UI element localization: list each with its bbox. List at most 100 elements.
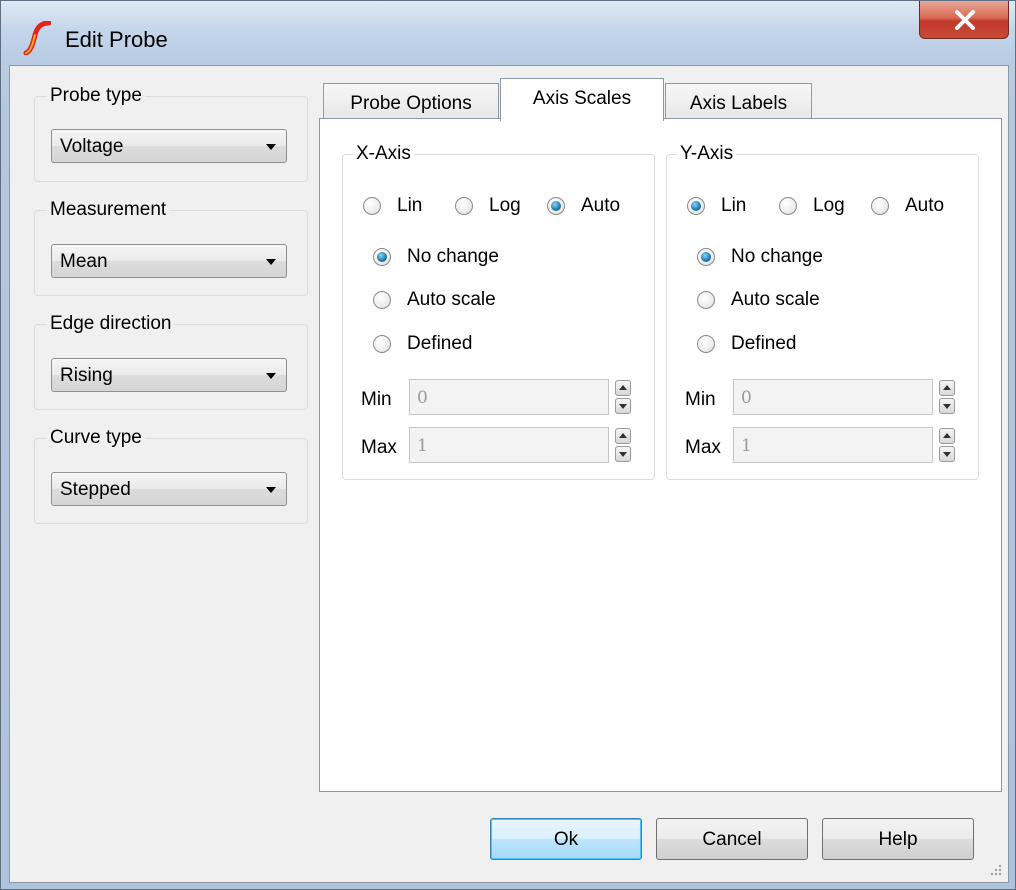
y-range-auto-scale-label: Auto scale [731,289,820,310]
tab-axis-labels[interactable]: Axis Labels [665,83,812,121]
y-scale-auto-label: Auto [905,195,945,216]
x-max-spinner [615,427,631,463]
x-axis-title: X-Axis [353,143,414,165]
measurement-dropdown[interactable]: Mean [51,244,287,278]
radio-selected-icon [373,248,391,266]
x-scale-auto-label: Auto [581,195,621,216]
y-scale-lin-label: Lin [721,195,747,216]
x-scale-auto-radio[interactable]: Auto [547,195,620,217]
chevron-down-icon [266,259,276,265]
curve-type-label: Curve type [47,427,145,449]
x-min-input[interactable]: 0 [409,379,609,415]
y-scale-lin-radio[interactable]: Lin [687,195,746,217]
x-range-defined-label: Defined [407,333,473,354]
x-max-label: Max [361,437,397,458]
cancel-button-label: Cancel [702,829,762,850]
window-title: Edit Probe [65,27,168,52]
resize-grip-icon[interactable] [988,862,1002,876]
edge-direction-dropdown[interactable]: Rising [51,358,287,392]
chevron-down-icon [266,487,276,493]
radio-selected-icon [687,197,705,215]
spin-up-icon[interactable] [939,428,955,444]
edge-direction-value: Rising [60,365,113,386]
y-scale-log-label: Log [813,195,845,216]
title-bar[interactable]: Edit Probe [1,1,1015,65]
x-min-spinner [615,379,631,415]
y-range-no-change-radio[interactable]: No change [697,246,823,268]
spin-down-icon[interactable] [939,446,955,462]
chevron-down-icon [266,373,276,379]
chevron-down-icon [266,144,276,150]
measurement-label: Measurement [47,199,170,221]
cancel-button[interactable]: Cancel [656,818,808,860]
radio-selected-icon [547,197,565,215]
dialog-body: Probe type Voltage Measurement Mean Edge… [9,65,1009,883]
probe-type-value: Voltage [60,136,124,157]
x-range-auto-scale-radio[interactable]: Auto scale [373,289,496,311]
close-icon [955,10,975,30]
x-max-input[interactable]: 1 [409,427,609,463]
axis-scales-panel: X-Axis Lin Log Auto No change Auto scale… [319,118,1002,792]
edge-direction-group: Edge direction Rising [34,313,308,410]
x-min-label: Min [361,389,392,410]
probe-type-label: Probe type [47,85,145,107]
y-min-input[interactable]: 0 [733,379,933,415]
radio-icon [373,335,391,353]
y-axis-group: Y-Axis Lin Log Auto No change Auto scale… [666,143,979,480]
help-button-label: Help [878,829,918,850]
radio-icon [697,291,715,309]
y-range-no-change-label: No change [731,246,823,267]
x-range-no-change-radio[interactable]: No change [373,246,499,268]
curve-type-dropdown[interactable]: Stepped [51,472,287,506]
spin-up-icon[interactable] [615,428,631,444]
y-range-auto-scale-radio[interactable]: Auto scale [697,289,820,311]
x-range-auto-scale-label: Auto scale [407,289,496,310]
tab-axis-scales[interactable]: Axis Scales [500,78,664,121]
y-scale-log-radio[interactable]: Log [779,195,845,217]
spin-up-icon[interactable] [615,380,631,396]
measurement-value: Mean [60,251,108,272]
curve-type-value: Stepped [60,479,131,500]
tab-probe-options-label: Probe Options [350,93,472,114]
radio-icon [373,291,391,309]
y-max-spinner [939,427,955,463]
y-range-defined-radio[interactable]: Defined [697,333,797,355]
edit-probe-dialog: Edit Probe Probe type Voltage Measuremen… [0,0,1016,890]
x-scale-lin-radio[interactable]: Lin [363,195,422,217]
x-axis-group: X-Axis Lin Log Auto No change Auto scale… [342,143,655,480]
x-scale-log-label: Log [489,195,521,216]
measurement-group: Measurement Mean [34,199,308,296]
x-range-defined-radio[interactable]: Defined [373,333,473,355]
spin-up-icon[interactable] [939,380,955,396]
y-max-input[interactable]: 1 [733,427,933,463]
y-max-label: Max [685,437,721,458]
radio-icon [779,197,797,215]
radio-icon [455,197,473,215]
tab-probe-options[interactable]: Probe Options [323,83,499,121]
probe-type-dropdown[interactable]: Voltage [51,129,287,163]
radio-icon [697,335,715,353]
tab-axis-scales-label: Axis Scales [532,88,632,109]
x-scale-log-radio[interactable]: Log [455,195,521,217]
probe-type-group: Probe type Voltage [34,85,308,182]
spin-down-icon[interactable] [939,398,955,414]
spin-down-icon[interactable] [615,446,631,462]
x-range-no-change-label: No change [407,246,499,267]
radio-icon [871,197,889,215]
y-axis-title: Y-Axis [677,143,737,165]
help-button[interactable]: Help [822,818,974,860]
ok-button[interactable]: Ok [490,818,642,860]
y-range-defined-label: Defined [731,333,797,354]
tab-axis-labels-label: Axis Labels [689,93,788,114]
spin-down-icon[interactable] [615,398,631,414]
simetrix-logo-icon [23,21,51,55]
curve-type-group: Curve type Stepped [34,427,308,524]
y-scale-auto-radio[interactable]: Auto [871,195,944,217]
radio-icon [363,197,381,215]
ok-button-label: Ok [553,829,579,850]
close-button[interactable] [919,1,1009,39]
x-scale-lin-label: Lin [397,195,423,216]
y-min-spinner [939,379,955,415]
radio-selected-icon [697,248,715,266]
edge-direction-label: Edge direction [47,313,175,335]
